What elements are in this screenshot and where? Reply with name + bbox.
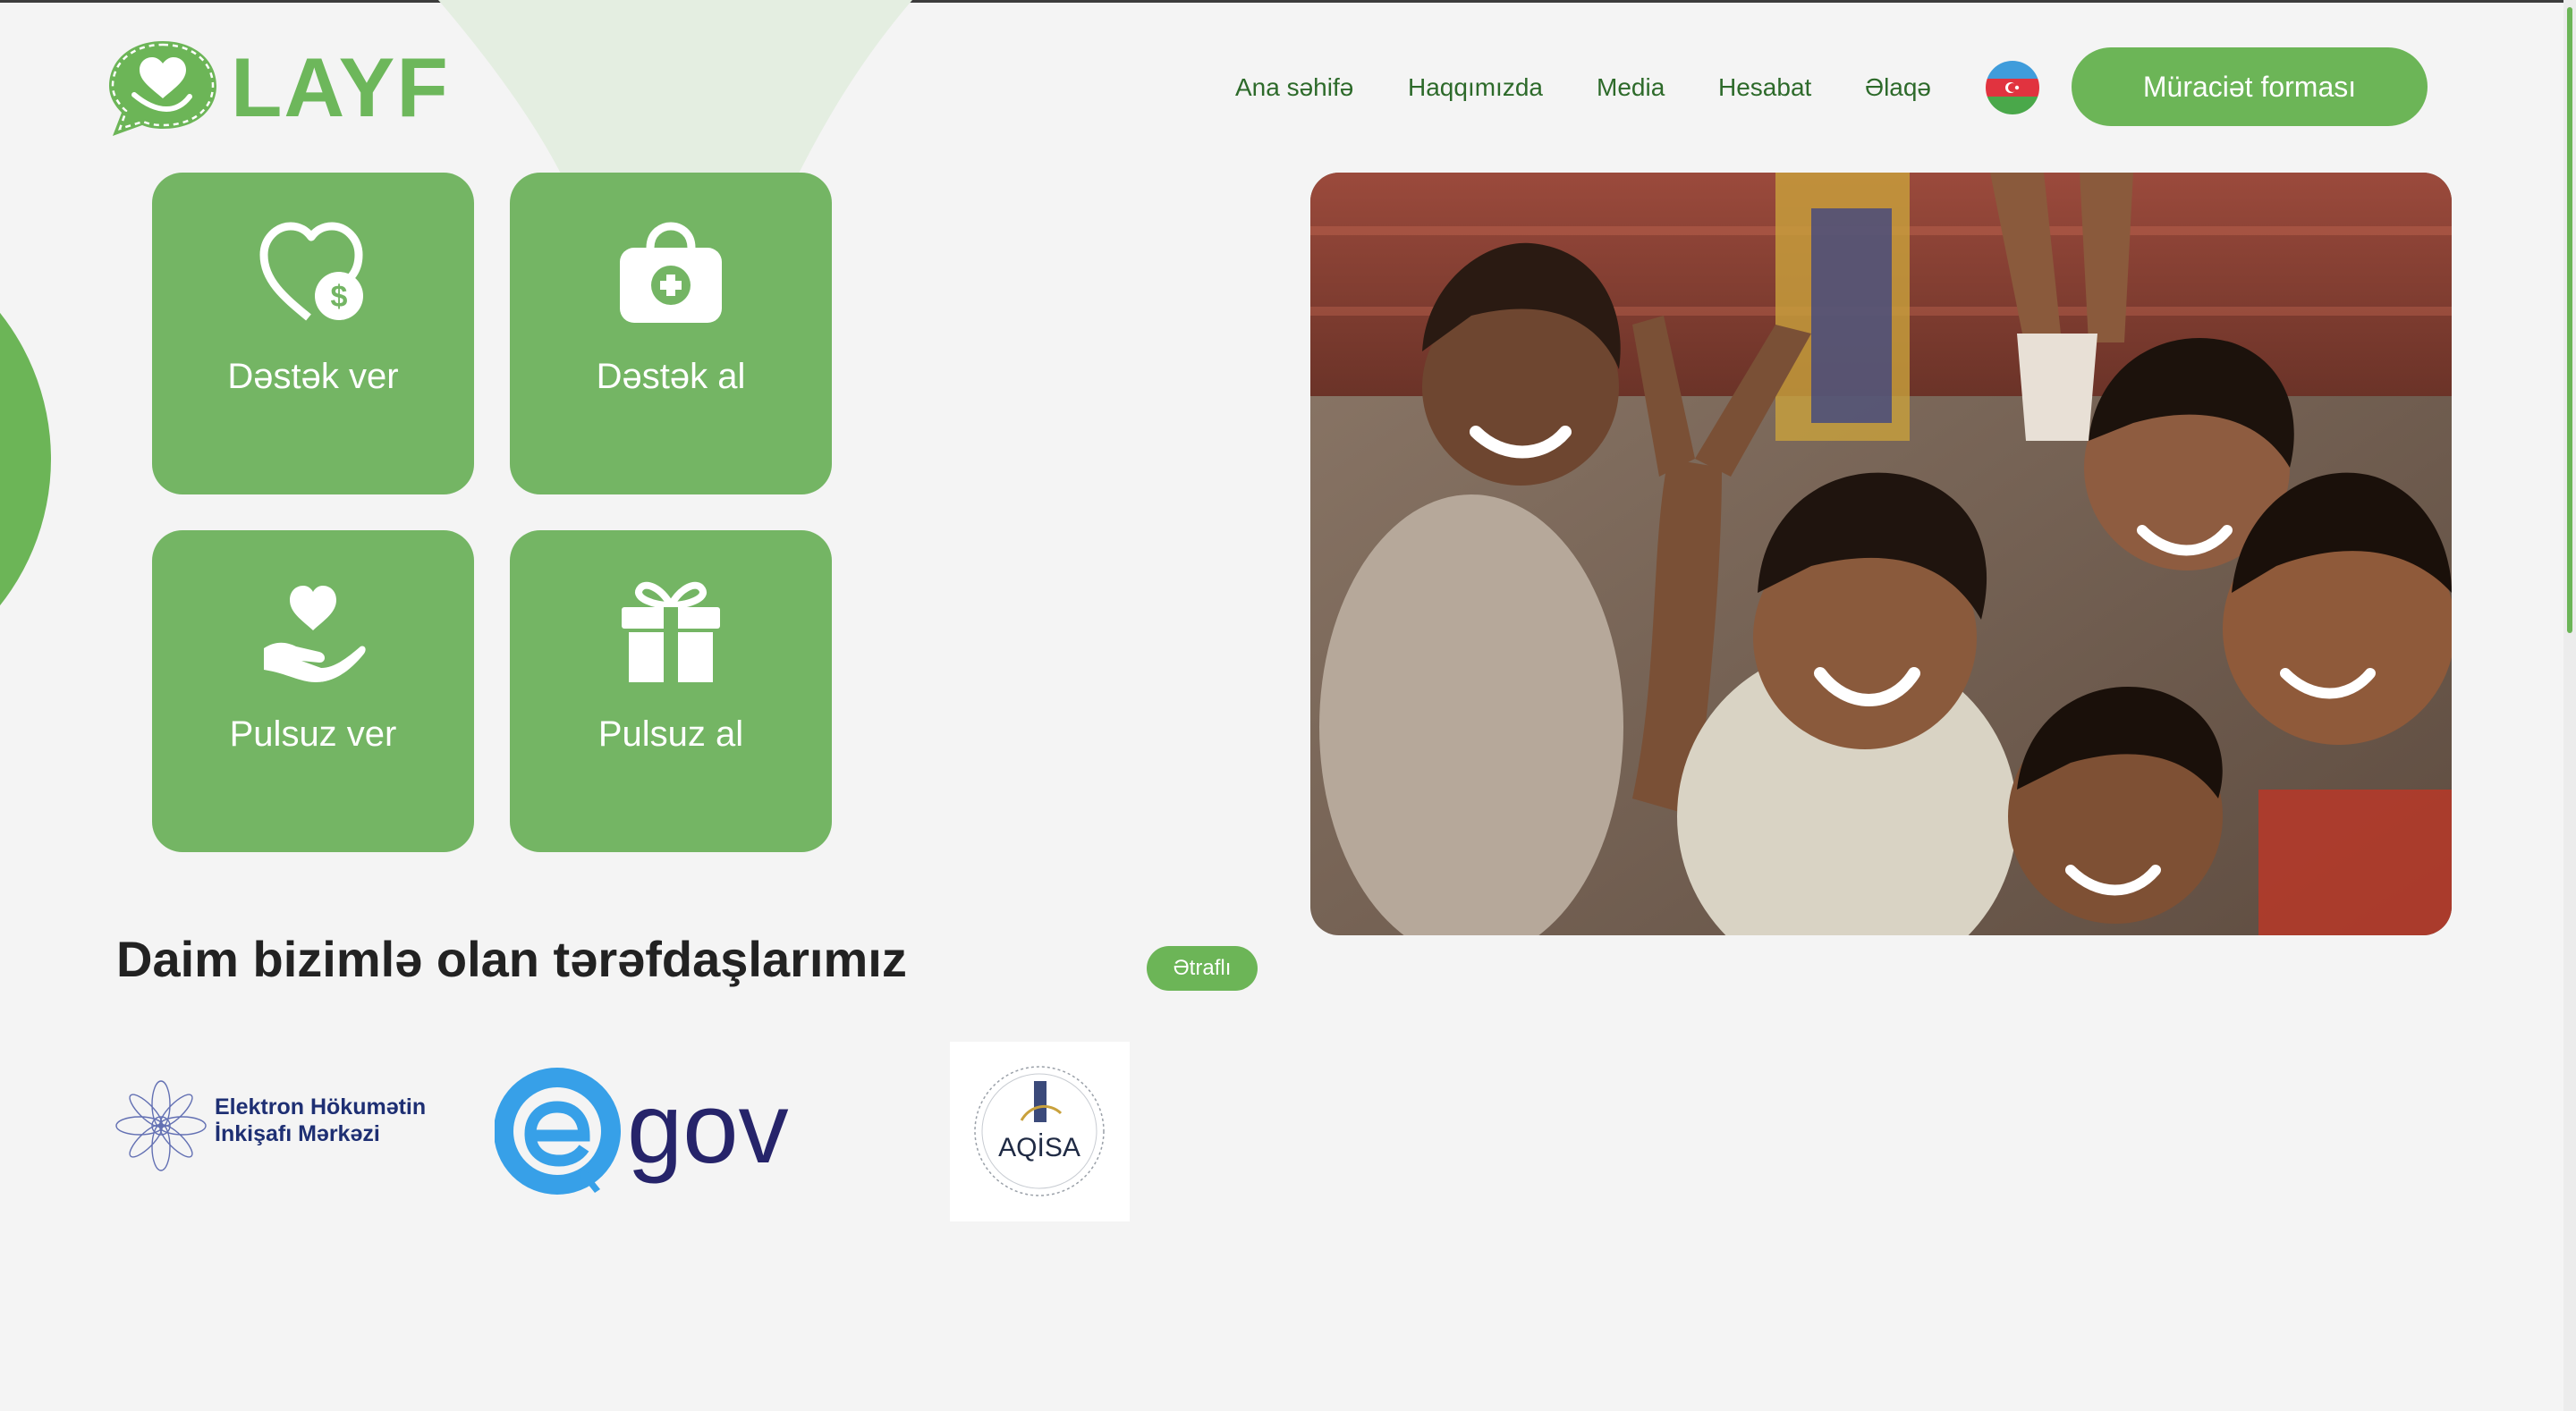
brand-name: LAYF [231,40,450,134]
azerbaijan-flag-icon [1986,61,2039,114]
tile-give-free[interactable]: Pulsuz ver [152,530,474,852]
partners-more-button[interactable]: Ətraflı [1147,946,1258,991]
tile-give-support[interactable]: $ Dəstək ver [152,173,474,494]
window-top-border [0,0,2576,3]
hero-photo [1310,173,2452,935]
hand-heart-icon [255,573,371,689]
partners-heading: Daim bizimlə olan tərəfdaşlarımız [116,931,907,987]
heart-hand-logo-icon [109,41,216,136]
tile-label: Pulsuz ver [229,714,397,754]
language-flag-icon[interactable] [1986,61,2039,114]
nav-item-home[interactable]: Ana səhifə [1235,73,1353,102]
svg-text:$: $ [331,280,348,314]
gift-icon [613,573,729,689]
ehim-logo[interactable]: Elektron Hökumətin İnkişafı Mərkəzi [114,1077,463,1176]
tile-get-support[interactable]: Dəstək al [510,173,832,494]
egov-logo-text: gov [627,1072,789,1184]
aqisa-logo-text: AQİSA [998,1133,1080,1162]
aqisa-logo[interactable]: AQİSA [950,1042,1130,1221]
nav-item-about[interactable]: Haqqımızda [1408,73,1543,102]
nav-item-media[interactable]: Media [1597,73,1665,102]
tile-label: Dəstək al [596,357,746,396]
scrollbar-thumb[interactable] [2567,7,2572,633]
application-form-button[interactable]: Müraciət forması [2072,47,2428,126]
brand-logo[interactable]: LAYF [106,36,450,139]
ehim-rosette-icon [115,1080,207,1171]
tile-get-free[interactable]: Pulsuz al [510,530,832,852]
decorative-green-circle [0,224,51,695]
tile-label: Dəstək ver [227,357,399,396]
page: LAYF Ana səhifə Haqqımızda Media Hesabat… [0,0,2576,1411]
children-smiling-photo [1310,173,2452,935]
nav-item-report[interactable]: Hesabat [1718,73,1811,102]
egov-logo[interactable]: gov [494,1066,826,1200]
decorative-cone-shape [438,0,912,179]
ehim-logo-text: Elektron Hökumətin İnkişafı Mərkəzi [215,1094,427,1146]
tile-label: Pulsuz al [597,714,744,754]
nav-item-contact[interactable]: Əlaqə [1865,73,1931,102]
heart-dollar-icon: $ [255,215,371,332]
medical-kit-icon [613,215,729,332]
